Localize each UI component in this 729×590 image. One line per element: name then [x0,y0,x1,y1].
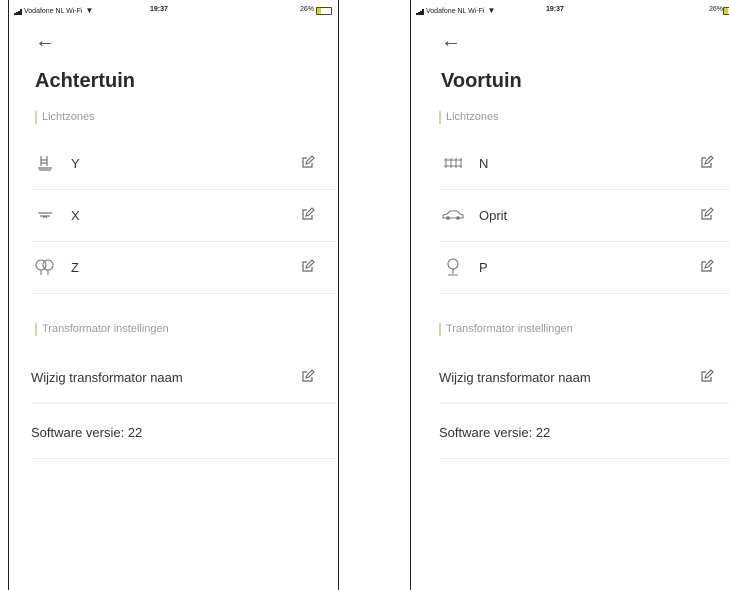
phone-screen-voortuin: Vodafone NL Wi-Fi ▼ 19:37 26% ← Voortuin … [410,0,729,590]
page-title: Achtertuin [35,70,135,92]
edit-icon[interactable] [300,154,316,170]
zone-row-z[interactable]: Z [31,241,338,294]
status-bar: Vodafone NL Wi-Fi ▼ 19:37 26% [414,4,729,18]
carrier: Vodafone NL Wi-Fi ▼ [416,6,496,16]
rename-transformer-row[interactable]: Wijzig transformator naam [439,351,729,404]
status-time: 19:37 [150,6,168,13]
signal-icon [14,8,22,16]
section-label-lichtzones: Lichtzones [439,111,499,124]
rename-transformer-row[interactable]: Wijzig transformator naam [31,351,338,404]
zone-row-x[interactable]: X [31,189,338,242]
edit-icon[interactable] [300,258,316,274]
zone-row-y[interactable]: Y [31,137,338,190]
rename-transformer-label: Wijzig transformator naam [31,369,183,385]
zone-label: Z [71,259,79,275]
section-label-transformator: Transformator instellingen [35,323,169,336]
zone-label: P [479,259,488,275]
wifi-icon: ▼ [487,6,496,15]
zone-label: X [71,207,80,223]
zone-label: Oprit [479,207,508,223]
zone-label: N [479,155,489,171]
battery-percentage: 26% [299,6,314,13]
zone-row-oprit[interactable]: Oprit [439,189,729,242]
trees-icon [33,258,57,276]
status-time: 19:37 [546,6,564,13]
fence-icon [441,154,465,172]
zone-row-n[interactable]: N [439,137,729,190]
carrier: Vodafone NL Wi-Fi ▼ [14,6,94,16]
pool-ladder-icon [33,154,57,172]
section-label-lichtzones: Lichtzones [35,111,95,124]
back-arrow-icon[interactable]: ← [441,30,461,53]
pond-icon [33,206,57,224]
zone-row-p[interactable]: P [439,241,729,294]
edit-icon[interactable] [300,368,316,384]
back-arrow-icon[interactable]: ← [35,30,55,53]
phone-screen-achtertuin: Vodafone NL Wi-Fi ▼ 19:37 26% ← Achtertui… [8,0,339,590]
edit-icon[interactable] [699,206,715,222]
tree-icon [441,258,465,276]
car-icon [441,206,465,224]
battery-icon [723,7,729,15]
signal-icon [416,8,424,16]
zone-label: Y [71,155,80,171]
page-title: Voortuin [441,70,522,92]
edit-icon[interactable] [699,154,715,170]
edit-icon[interactable] [300,206,316,222]
software-version: Software versie: 22 [31,424,143,440]
edit-icon[interactable] [699,258,715,274]
software-version-row: Software versie: 22 [31,406,338,459]
battery-percentage: 26% [708,6,723,13]
battery-icon [316,7,332,15]
section-label-transformator: Transformator instellingen [439,323,573,336]
status-bar: Vodafone NL Wi-Fi ▼ 19:37 26% [12,4,338,18]
rename-transformer-label: Wijzig transformator naam [439,369,591,385]
software-version-row: Software versie: 22 [439,406,729,459]
edit-icon[interactable] [699,368,715,384]
wifi-icon: ▼ [85,6,94,15]
software-version: Software versie: 22 [439,424,551,440]
